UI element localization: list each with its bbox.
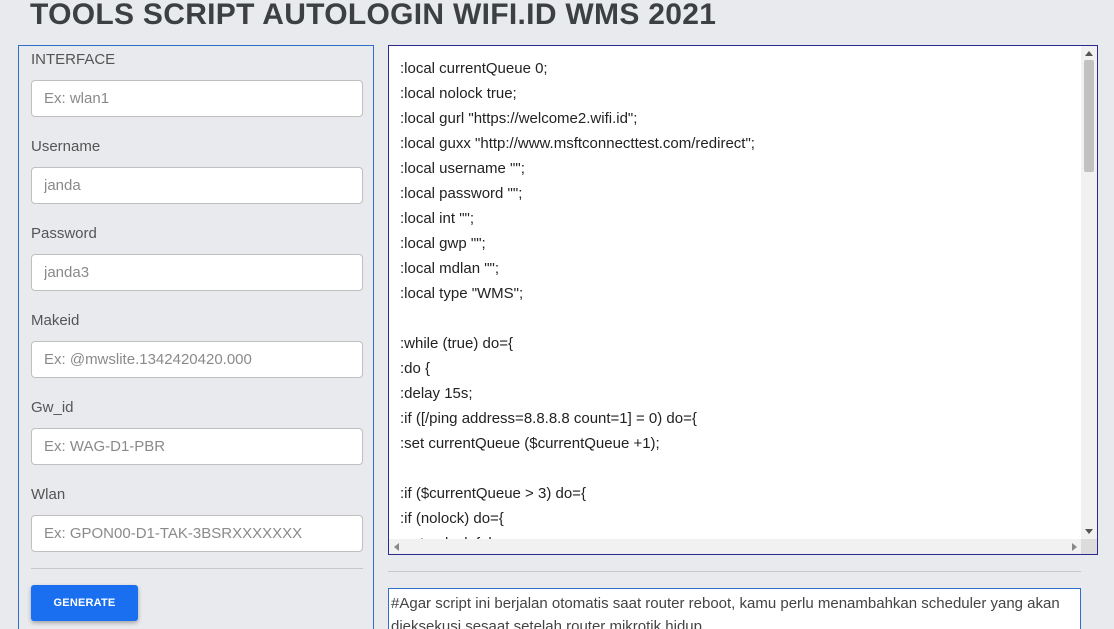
scroll-up-arrow-icon[interactable] <box>1085 51 1093 56</box>
password-label: Password <box>31 225 97 242</box>
config-form-panel: INTERFACE Username Password Makeid Gw_id… <box>18 45 374 629</box>
page: TOOLS SCRIPT AUTOLOGIN WIFI.ID WMS 2021 … <box>0 0 1114 629</box>
wlan-label: Wlan <box>31 486 66 503</box>
gw-id-label: Gw_id <box>31 399 74 416</box>
password-input[interactable] <box>31 254 363 291</box>
username-label: Username <box>31 138 101 155</box>
scroll-right-arrow-icon[interactable] <box>1072 543 1077 551</box>
username-input[interactable] <box>31 167 363 204</box>
vertical-scrollbar[interactable] <box>1081 46 1097 539</box>
interface-label: INTERFACE <box>31 51 116 68</box>
output-divider <box>388 571 1081 572</box>
page-title: TOOLS SCRIPT AUTOLOGIN WIFI.ID WMS 2021 <box>30 0 717 31</box>
scheduler-note-textarea[interactable]: #Agar script ini berjalan otomatis saat … <box>388 588 1081 629</box>
interface-input[interactable] <box>31 80 363 117</box>
scrollbar-corner <box>1081 539 1097 554</box>
makeid-input[interactable] <box>31 341 363 378</box>
form-divider <box>31 568 363 569</box>
horizontal-scrollbar[interactable] <box>389 539 1082 554</box>
scroll-left-arrow-icon[interactable] <box>394 543 399 551</box>
script-text[interactable]: :local currentQueue 0; :local nolock tru… <box>389 46 1082 539</box>
script-output-textarea[interactable]: :local currentQueue 0; :local nolock tru… <box>388 45 1098 555</box>
scrollbar-thumb[interactable] <box>1084 60 1094 172</box>
generate-button[interactable]: GENERATE <box>31 585 138 621</box>
wlan-input[interactable] <box>31 515 363 552</box>
scroll-down-arrow-icon[interactable] <box>1085 529 1093 534</box>
makeid-label: Makeid <box>31 312 80 329</box>
gw-id-input[interactable] <box>31 428 363 465</box>
